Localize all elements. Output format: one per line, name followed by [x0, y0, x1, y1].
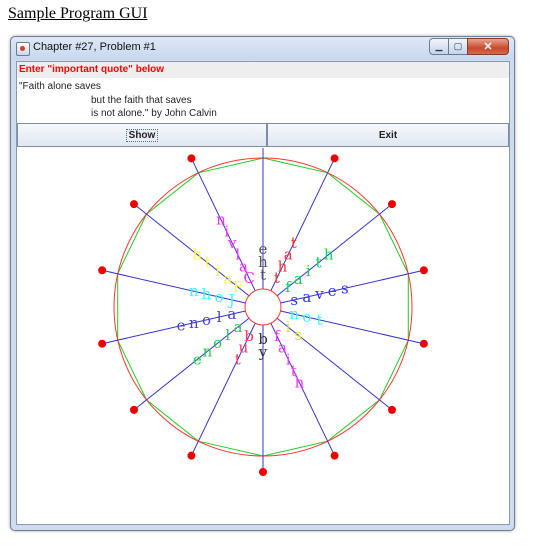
spoke-endpoint-dot	[187, 451, 196, 460]
spoke-letter: v	[314, 285, 324, 303]
quote-input[interactable]: "Faith alone saves but the faith that sa…	[17, 78, 509, 122]
window-title: Chapter #27, Problem #1	[33, 41, 156, 53]
spoke-endpoint-dot	[330, 451, 339, 460]
window-controls: ▁ ▢ ✕	[429, 38, 509, 55]
maximize-button[interactable]: ▢	[448, 38, 468, 55]
spoke-letter: o	[213, 334, 222, 352]
wheel-spoke	[102, 310, 246, 345]
spoke-letter: l	[225, 326, 230, 344]
spoke-endpoint-dot	[98, 266, 107, 275]
spoke-letter: y	[258, 343, 268, 361]
spoke-letter: i	[215, 262, 220, 280]
spoke-letter: i	[306, 262, 311, 280]
spoke-letter: s	[341, 279, 349, 297]
spoke-letter: e	[177, 317, 186, 335]
spoke-endpoint-dot	[98, 339, 107, 348]
spoke-letter: n	[189, 282, 199, 300]
spoke-endpoint-dot	[419, 339, 428, 348]
spoke-endpoint-dot	[129, 405, 138, 414]
content-pane: Enter "important quote" below "Faith alo…	[16, 61, 510, 525]
close-icon: ✕	[483, 41, 493, 53]
spoke-endpoint-dot	[330, 154, 339, 163]
spoke-letter: h	[192, 246, 202, 264]
quote-line-3: is not alone." by John Calvin	[91, 108, 217, 119]
quote-wheel-canvas: thethatf a i t hs a v e sn o ti sfaithbybutalonealo…	[98, 148, 428, 476]
spoke-letter: h	[324, 246, 334, 264]
spoke-letter: l	[217, 308, 222, 326]
spoke-letter: i	[286, 318, 291, 336]
page-title: Sample Program GUI	[8, 5, 148, 22]
spoke-letter: a	[294, 270, 303, 288]
spoke-letter: o	[302, 308, 311, 326]
spoke-letter: a	[223, 270, 232, 288]
maximize-icon: ▢	[453, 41, 463, 51]
spoke-letter: n	[189, 314, 199, 332]
minimize-button[interactable]: ▁	[429, 38, 449, 55]
app-window: Chapter #27, Problem #1 ▁ ▢ ✕ Enter "imp…	[10, 36, 515, 531]
close-button[interactable]: ✕	[467, 38, 509, 55]
spoke-letter: e	[259, 240, 268, 258]
spoke-letter: s	[294, 326, 302, 344]
wheel-hub	[244, 288, 282, 326]
spoke-endpoint-dot	[388, 200, 397, 209]
spoke-endpoint-dot	[129, 200, 138, 209]
quote-line-2: but the faith that saves	[91, 95, 192, 106]
spoke-letter: F	[233, 278, 243, 296]
spoke-letter: o	[202, 311, 211, 329]
minimize-icon: ▁	[435, 41, 443, 51]
spoke-letter: n	[203, 342, 213, 360]
spoke-letter: t	[316, 311, 322, 329]
exit-button-label: Exit	[378, 129, 398, 141]
spoke-letter: e	[193, 350, 202, 368]
prompt-label: Enter "important quote" below	[17, 62, 509, 78]
spoke-letter: t	[235, 350, 241, 368]
spoke-endpoint-dot	[187, 154, 196, 163]
title-bar[interactable]: Chapter #27, Problem #1 ▁ ▢ ✕	[11, 37, 514, 60]
quote-line-1: "Faith alone saves	[19, 81, 101, 92]
spoke-letter: a	[302, 288, 311, 306]
spoke-endpoint-dot	[388, 405, 397, 414]
spoke-letter: h	[202, 285, 212, 303]
spoke-letter: a	[239, 258, 248, 276]
spoke-endpoint-dot	[259, 468, 267, 476]
spoke-letter: n	[216, 211, 226, 229]
spoke-letter: n	[289, 305, 299, 323]
java-app-icon	[16, 42, 30, 56]
spoke-letter: e	[328, 282, 337, 300]
wheel-spoke	[133, 317, 250, 411]
spoke-letter: t	[315, 254, 321, 272]
spoke-endpoint-dot	[419, 266, 428, 275]
spoke-letter: t	[291, 234, 297, 252]
show-button[interactable]: Show	[17, 123, 267, 147]
spoke-letter: h	[295, 374, 305, 392]
exit-button[interactable]: Exit	[267, 123, 509, 147]
show-button-label: Show	[125, 128, 159, 142]
spoke-letter: o	[215, 288, 224, 306]
spoke-letter: t	[204, 254, 210, 272]
